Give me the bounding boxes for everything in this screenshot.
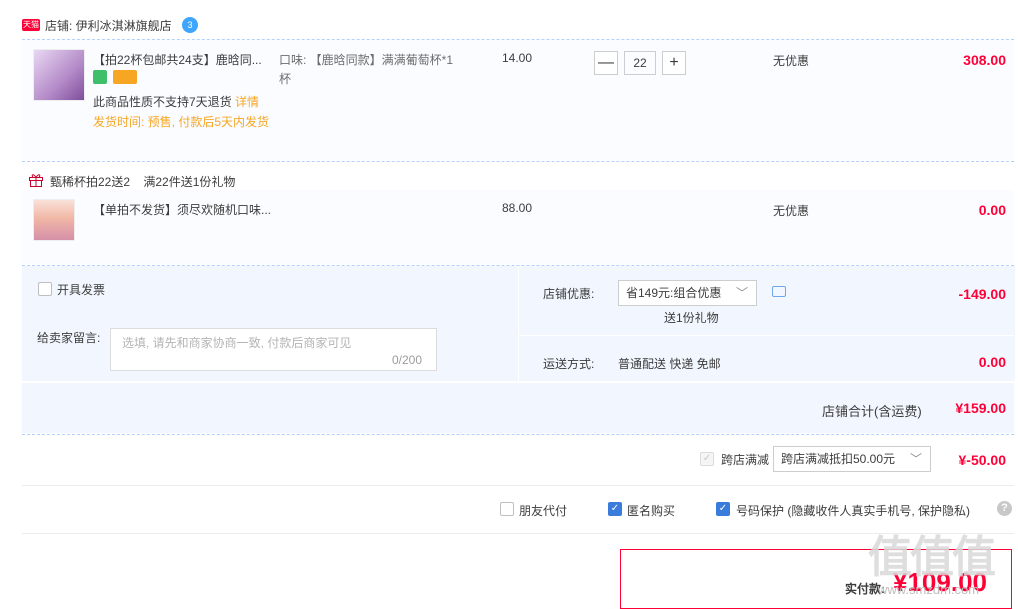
cross-store-amount: ¥-50.00 — [958, 452, 1006, 468]
item-promo: 无优惠 — [773, 204, 810, 218]
item-subtotal: 308.00 — [963, 52, 1006, 68]
card-icon — [113, 70, 137, 84]
details-link[interactable]: 详情 — [235, 95, 259, 109]
friend-pay-checkbox[interactable] — [500, 502, 514, 516]
tmall-badge: 天猫 — [22, 19, 40, 31]
shipping-amount: 0.00 — [978, 354, 1006, 370]
item-subtotal: 0.00 — [978, 202, 1006, 218]
site-watermark-url: www.smzdm.com — [878, 582, 980, 597]
message-icon[interactable] — [772, 286, 786, 297]
qty-input[interactable]: 22 — [624, 51, 656, 75]
qty-plus-button[interactable]: + — [662, 51, 686, 75]
qty-minus-button[interactable]: — — [594, 51, 618, 75]
unit-price: 14.00 — [502, 51, 533, 65]
chevron-down-icon: ﹀ — [735, 286, 748, 300]
message-placeholder: 选填, 请先和商家协商一致, 付款后商家可见 — [122, 336, 352, 350]
number-protect-checkbox[interactable]: ✓ — [716, 502, 730, 516]
help-icon[interactable]: ? — [997, 501, 1012, 516]
message-label: 给卖家留言: — [37, 331, 101, 345]
service-icon — [93, 70, 107, 84]
cross-store-checkbox[interactable]: ✓ — [700, 452, 714, 466]
shop-discount-select[interactable]: 省149元:组合优惠 ﹀ — [618, 280, 757, 306]
shop-total-amount: ¥159.00 — [955, 400, 1006, 416]
divider — [22, 533, 1014, 534]
item-promo: 无优惠 — [773, 54, 810, 68]
unit-price: 88.00 — [502, 201, 533, 215]
shop-name[interactable]: 店铺: 伊利冰淇淋旗舰店 — [45, 17, 172, 34]
divider — [22, 161, 1014, 162]
product-sku: 口味: 【鹿晗同款】满满葡萄杯*1杯 — [279, 53, 454, 86]
shipping-label: 运送方式: — [543, 357, 595, 371]
ship-time: 发货时间: 预售, 付款后5天内发货 — [93, 115, 270, 129]
product-thumbnail[interactable] — [33, 199, 75, 241]
chat-icon[interactable]: 3 — [182, 17, 198, 33]
product-title[interactable]: 【单拍不发货】须尽欢随机口味... — [93, 201, 273, 218]
product-thumbnail[interactable] — [33, 49, 85, 101]
anonymous-checkbox[interactable]: ✓ — [608, 502, 622, 516]
return-policy: 此商品性质不支持7天退货 详情 — [93, 95, 260, 109]
invoice-label: 开具发票 — [57, 283, 106, 297]
shop-discount-amount: -149.00 — [958, 286, 1006, 302]
gift-promo-text: 甄稀杯拍22送2 满22件送1份礼物 — [50, 175, 236, 189]
invoice-checkbox[interactable] — [38, 282, 52, 296]
friend-pay-label: 朋友代付 — [519, 504, 568, 518]
shop-discount-label: 店铺优惠: — [543, 287, 595, 301]
product-title[interactable]: 【拍22杯包邮共24支】鹿晗同... — [93, 51, 273, 68]
divider — [22, 434, 1014, 435]
message-char-count: 0/200 — [392, 353, 423, 367]
divider — [22, 485, 1014, 486]
anonymous-label: 匿名购买 — [627, 504, 676, 518]
site-watermark-logo: 值值值 — [868, 533, 996, 582]
shipping-method: 普通配送 快递 免邮 — [618, 357, 721, 371]
divider — [518, 335, 1014, 336]
number-protect-label: 号码保护 (隐藏收件人真实手机号, 保护隐私) — [736, 504, 970, 518]
gift-icon — [29, 174, 43, 187]
cross-store-label: 跨店满减 — [721, 453, 770, 467]
gift-note: 送1份礼物 — [664, 311, 719, 325]
